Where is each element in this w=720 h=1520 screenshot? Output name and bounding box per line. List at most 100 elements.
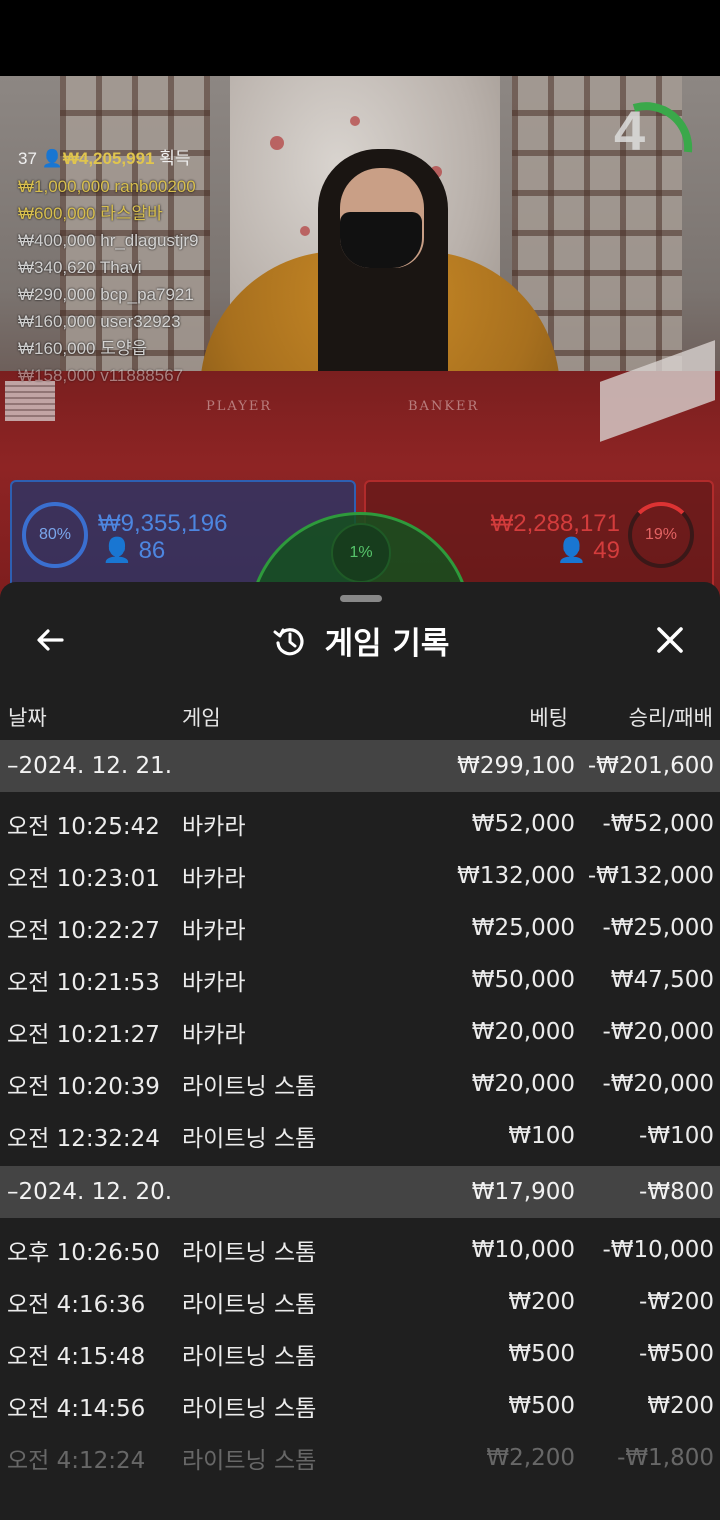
blossom: [350, 116, 360, 126]
column-header-game: 게임: [182, 706, 221, 730]
row-time: 오전 4:15:48: [7, 1344, 146, 1370]
row-time: 오전 4:14:56: [7, 1396, 146, 1422]
blossom: [270, 136, 284, 150]
table-label-player: PLAYER: [206, 399, 273, 414]
day-summary-row[interactable]: –2024. 12. 21. ₩299,100 -₩201,600: [0, 740, 720, 792]
history-row[interactable]: 오전 4:16:36 라이트닝 스톰 ₩200 -₩200: [0, 1276, 720, 1328]
day-win-loss-total: -₩201,600: [587, 753, 714, 779]
row-time: 오전 10:23:01: [7, 866, 160, 892]
timer-ring-icon: [632, 102, 693, 153]
round-countdown: 4: [614, 99, 646, 162]
winners-count: 37: [18, 149, 37, 168]
row-win-loss: -₩132,000: [587, 863, 714, 889]
history-row[interactable]: 오전 12:32:24 라이트닝 스톰 ₩100 -₩100: [0, 1110, 720, 1162]
day-summary-row[interactable]: –2024. 12. 20. ₩17,900 -₩800: [0, 1166, 720, 1218]
history-row[interactable]: 오전 4:12:24 라이트닝 스톰 ₩2,200 -₩1,800: [0, 1432, 720, 1484]
row-game: 라이트닝 스톰: [182, 1240, 317, 1266]
row-bet: ₩200: [508, 1289, 575, 1315]
dealer-mask: [340, 212, 422, 268]
banker-bet-total: ₩2,288,171: [490, 510, 620, 537]
history-row[interactable]: 오전 10:20:39 라이트닝 스톰 ₩20,000 -₩20,000: [0, 1058, 720, 1110]
winner-row: ₩158,000 v11888567: [18, 366, 184, 385]
status-bar: [0, 0, 720, 76]
person-icon: 👤: [556, 537, 587, 564]
player-bettor-count: 👤 86: [102, 537, 166, 564]
history-row[interactable]: 오전 4:15:48 라이트닝 스톰 ₩500 -₩500: [0, 1328, 720, 1380]
row-game: 바카라: [182, 1022, 246, 1048]
row-game: 바카라: [182, 970, 246, 996]
row-bet: ₩50,000: [471, 967, 575, 993]
sheet-header: 게임 기록: [0, 610, 720, 670]
history-table: –2024. 12. 21. ₩299,100 -₩201,600 오전 10:…: [0, 740, 720, 1484]
row-time: 오전 10:22:27: [7, 918, 160, 944]
winners-suffix: 획득: [159, 149, 191, 168]
history-row[interactable]: 오전 10:21:53 바카라 ₩50,000 ₩47,500: [0, 954, 720, 1006]
history-row[interactable]: 오전 4:14:56 라이트닝 스톰 ₩500 ₩200: [0, 1380, 720, 1432]
row-game: 라이트닝 스톰: [182, 1396, 317, 1422]
row-bet: ₩20,000: [471, 1071, 575, 1097]
history-icon: [273, 627, 304, 655]
person-icon: 👤: [41, 149, 63, 168]
row-win-loss: -₩500: [639, 1341, 714, 1367]
row-game: 라이트닝 스톰: [182, 1292, 317, 1318]
day-bet-total: ₩299,100: [457, 753, 575, 779]
row-time: 오전 10:20:39: [7, 1074, 160, 1100]
day-date: –2024. 12. 20.: [7, 1179, 173, 1205]
table-label-banker: BANKER: [408, 399, 480, 414]
blossom: [300, 226, 310, 236]
row-bet: ₩2,200: [486, 1445, 575, 1471]
history-row[interactable]: 오전 10:21:27 바카라 ₩20,000 -₩20,000: [0, 1006, 720, 1058]
person-icon: 👤: [102, 537, 132, 564]
row-time: 오전 4:12:24: [7, 1448, 146, 1474]
row-bet: ₩20,000: [471, 1019, 575, 1045]
sheet-drag-handle[interactable]: [340, 595, 382, 602]
row-bet: ₩100: [508, 1123, 575, 1149]
game-history-sheet: 게임 기록 날짜 게임 베팅 승리/패배 –2024. 12. 21. ₩299…: [0, 582, 720, 1520]
winners-total: ₩4,205,991: [62, 149, 155, 168]
winner-row: ₩160,000 user32923: [18, 312, 181, 331]
row-bet: ₩500: [508, 1341, 575, 1367]
live-video-stream[interactable]: PLAYER BANKER 4 37 👤₩4,205,991 획득 ₩1,000…: [0, 76, 720, 606]
row-game: 라이트닝 스톰: [182, 1074, 317, 1100]
winners-summary: 37 👤₩4,205,991 획득: [18, 144, 199, 169]
column-header-date: 날짜: [8, 706, 47, 730]
player-percent: 80%: [22, 502, 88, 568]
close-icon: [657, 627, 683, 653]
row-win-loss: -₩20,000: [602, 1019, 714, 1045]
row-time: 오전 10:25:42: [7, 814, 160, 840]
row-win-loss: ₩47,500: [610, 967, 714, 993]
row-game: 바카라: [182, 814, 246, 840]
history-row[interactable]: 오전 10:25:42 바카라 ₩52,000 -₩52,000: [0, 798, 720, 850]
history-row[interactable]: 오후 10:26:50 라이트닝 스톰 ₩10,000 -₩10,000: [0, 1224, 720, 1276]
row-win-loss: -₩20,000: [602, 1071, 714, 1097]
row-game: 라이트닝 스톰: [182, 1448, 317, 1474]
winner-row: ₩340,620 Thavi: [18, 258, 142, 277]
winners-list: 37 👤₩4,205,991 획득 ₩1,000,000 ranb00200 ₩…: [18, 144, 199, 389]
winner-row: ₩400,000 hr_dlagustjr9: [18, 231, 199, 250]
row-win-loss: -₩100: [639, 1123, 714, 1149]
day-win-loss-total: -₩800: [639, 1179, 714, 1205]
row-game: 라이트닝 스톰: [182, 1344, 317, 1370]
row-game: 바카라: [182, 866, 246, 892]
winner-row: ₩600,000 라스알바: [18, 204, 163, 223]
history-row[interactable]: 오전 10:22:27 바카라 ₩25,000 -₩25,000: [0, 902, 720, 954]
row-win-loss: -₩1,800: [617, 1445, 714, 1471]
close-button[interactable]: [648, 618, 692, 662]
row-win-loss: -₩52,000: [602, 811, 714, 837]
banker-bettor-count: 👤 49: [556, 537, 620, 564]
player-bet-total: ₩9,355,196: [98, 510, 228, 537]
column-header-win-loss: 승리/패배: [628, 706, 713, 730]
row-time: 오전 10:21:27: [7, 1022, 160, 1048]
row-win-loss: ₩200: [647, 1393, 714, 1419]
winner-row: ₩1,000,000 ranb00200: [18, 177, 196, 196]
day-bet-total: ₩17,900: [471, 1179, 575, 1205]
row-win-loss: -₩10,000: [602, 1237, 714, 1263]
tie-percent: 1%: [331, 523, 391, 583]
row-bet: ₩500: [508, 1393, 575, 1419]
row-bet: ₩52,000: [471, 811, 575, 837]
row-game: 라이트닝 스톰: [182, 1126, 317, 1152]
history-row[interactable]: 오전 10:23:01 바카라 ₩132,000 -₩132,000: [0, 850, 720, 902]
sheet-title-group: 게임 기록: [0, 618, 720, 663]
winner-row: ₩290,000 bcp_pa7921: [18, 285, 194, 304]
row-game: 바카라: [182, 918, 246, 944]
